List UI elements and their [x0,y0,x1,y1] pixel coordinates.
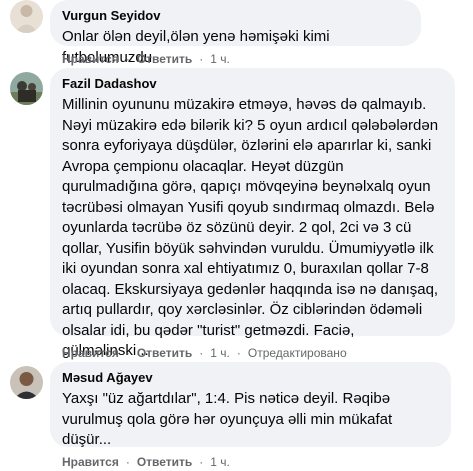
separator: · [199,346,204,360]
separator: · [125,52,130,66]
avatar-image [10,0,43,33]
avatar[interactable] [10,366,43,399]
comment-bubble: Vurgun Seyidov Onlar ölən deyil,ölən yen… [50,0,421,66]
comment-text: Yaxşı "üz ağartdılar", 1:4. Pis nəticə d… [62,390,393,448]
reply-button[interactable]: Ответить [137,346,192,360]
separator: · [199,455,204,469]
comment-time[interactable]: 1 ч. [210,455,230,469]
comment-bubble: Fazil Dadashov Millinin oyununu müzakirə… [50,68,455,359]
comment-author[interactable]: Məsud Ağayev [62,370,439,386]
separator: · [236,346,241,360]
avatar[interactable] [10,72,43,105]
comment-author[interactable]: Vurgun Seyidov [62,8,409,24]
separator: · [125,455,130,469]
comment-actions: Нравится · Ответить · 1 ч. [62,52,230,66]
avatar-image [10,366,43,399]
comment-author[interactable]: Fazil Dadashov [62,76,443,92]
comment-actions: Нравится · Ответить · 1 ч. [62,455,230,469]
edited-label: Отредактировано [247,346,347,360]
comment-time[interactable]: 1 ч. [210,52,230,66]
avatar[interactable] [10,0,43,33]
like-button[interactable]: Нравится [62,346,119,360]
reply-button[interactable]: Ответить [137,455,192,469]
separator: · [125,346,130,360]
like-button[interactable]: Нравится [62,52,119,66]
comment-time[interactable]: 1 ч. [210,346,230,360]
comment-text: Millinin oyununu müzakirə etməyə, həvəs … [62,96,439,359]
separator: · [199,52,204,66]
reply-button[interactable]: Ответить [137,52,192,66]
avatar-image [10,72,43,105]
like-button[interactable]: Нравится [62,455,119,469]
comment-bubble: Məsud Ağayev Yaxşı "üz ağartdılar", 1:4.… [50,362,451,448]
comment-actions: Нравится · Ответить · 1 ч. · Отредактиро… [62,346,347,360]
